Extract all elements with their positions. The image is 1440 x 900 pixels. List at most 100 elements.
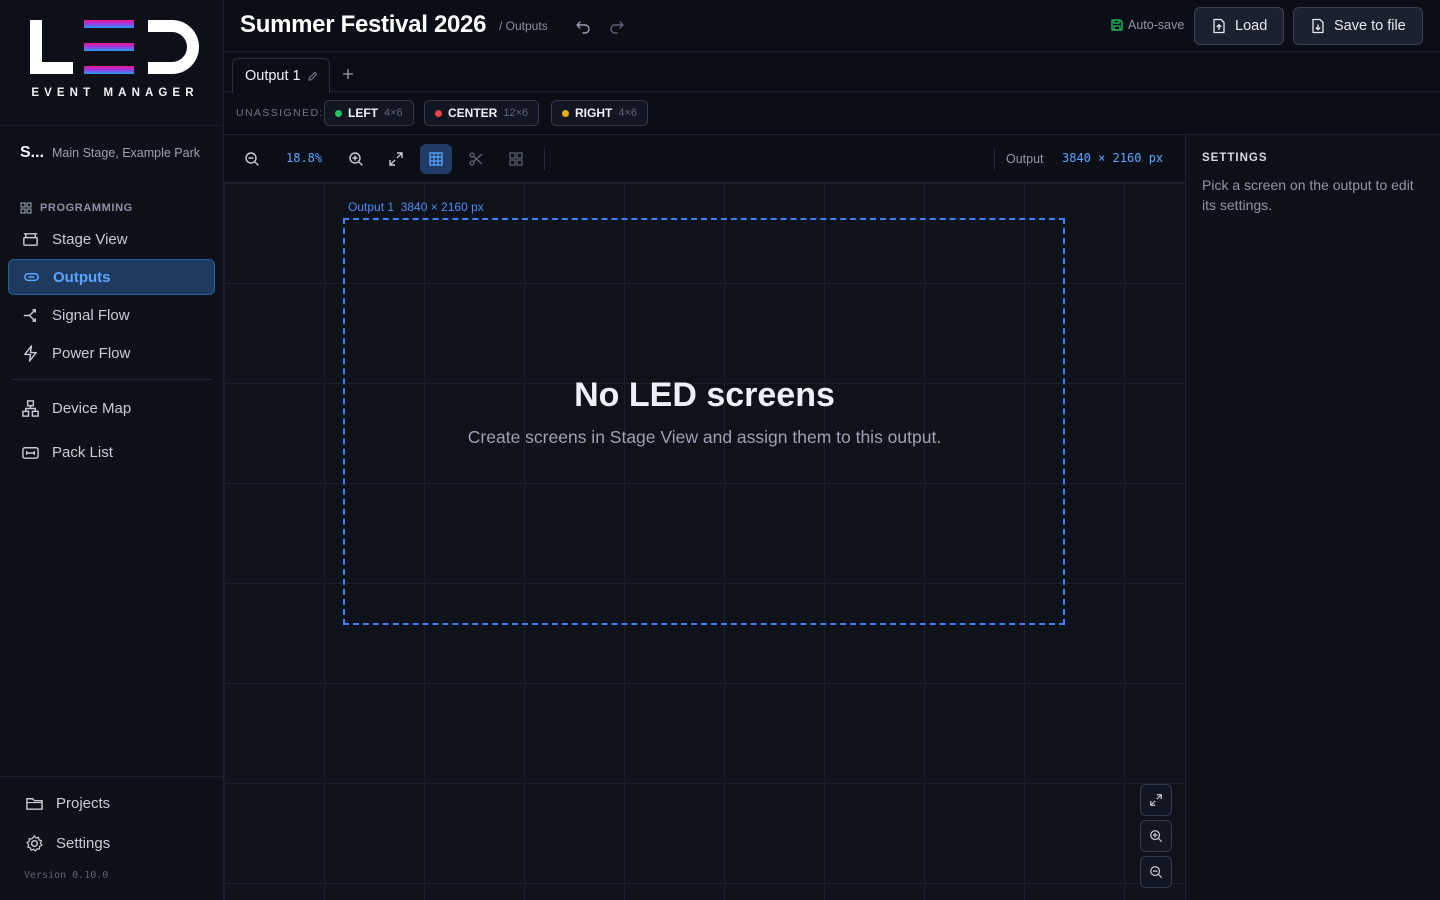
- zoom-out-button[interactable]: [236, 144, 268, 174]
- fit-view-button[interactable]: [380, 144, 412, 174]
- project-name: S...: [20, 144, 45, 161]
- nav-label: Settings: [56, 834, 111, 852]
- float-zoom-out-button[interactable]: [1140, 856, 1172, 888]
- toolbar-divider: [544, 148, 545, 170]
- nav-divider: [12, 379, 212, 380]
- nav-item-signal-flow[interactable]: Signal Flow: [8, 297, 215, 333]
- logo-tagline: EVENT MANAGER: [31, 87, 199, 99]
- plus-icon: [343, 69, 353, 79]
- nav-label: Power Flow: [52, 344, 131, 362]
- nav-label: Device Map: [52, 399, 132, 417]
- chip-name: LEFT: [348, 106, 378, 120]
- output-tabs: Output 1: [224, 52, 1440, 93]
- output-canvas[interactable]: Output 1 3840 × 2160 px No LED screens C…: [224, 183, 1185, 900]
- chip-name: CENTER: [448, 106, 498, 120]
- chip-dims: 4×6: [384, 107, 403, 119]
- zoom-out-icon: [245, 152, 259, 166]
- project-info[interactable]: S... Main Stage, Example Park: [20, 144, 200, 162]
- tab-output-1[interactable]: Output 1: [232, 58, 330, 93]
- load-label: Load: [1235, 18, 1268, 34]
- nav-label: Stage View: [52, 230, 128, 248]
- grid-icon: [429, 152, 443, 166]
- settings-hint: Pick a screen on the output to edit its …: [1202, 177, 1414, 213]
- version-label: Version 0.10.0: [24, 870, 109, 881]
- settings-title: SETTINGS: [1202, 152, 1268, 164]
- scissors-icon: [469, 152, 483, 166]
- autosave-label: Auto-save: [1128, 18, 1185, 32]
- empty-state-title: No LED screens: [574, 376, 835, 414]
- layout-icon: [509, 152, 523, 166]
- expand-icon: [1150, 794, 1162, 806]
- package-icon: [22, 446, 39, 459]
- screen-chip-right[interactable]: RIGHT 4×6: [551, 100, 649, 126]
- toolbar-divider: [994, 148, 995, 170]
- chip-dims: 12×6: [503, 107, 529, 119]
- unassigned-label: UNASSIGNED:: [236, 107, 324, 119]
- settings-panel: SETTINGS Pick a screen on the output to …: [1185, 135, 1440, 900]
- breadcrumb[interactable]: / Outputs: [499, 19, 548, 33]
- grid-icon: [20, 202, 32, 214]
- app-logo[interactable]: EVENT MANAGER: [0, 0, 224, 126]
- float-zoom-in-button[interactable]: [1140, 820, 1172, 852]
- pencil-icon[interactable]: [307, 71, 318, 82]
- frame-name: Output 1: [348, 200, 395, 214]
- zoom-level[interactable]: 18.8%: [286, 151, 322, 165]
- gear-icon: [26, 834, 43, 852]
- nav-label: Signal Flow: [52, 306, 130, 324]
- nav-item-projects[interactable]: Projects: [12, 785, 219, 821]
- network-icon: [22, 399, 39, 417]
- nav-item-stage-view[interactable]: Stage View: [8, 221, 215, 257]
- zoom-out-icon: [1150, 866, 1163, 879]
- nav-item-power-flow[interactable]: Power Flow: [8, 335, 215, 371]
- undo-icon[interactable]: [573, 16, 593, 36]
- nav-item-device-map[interactable]: Device Map: [8, 390, 215, 426]
- nav-item-outputs[interactable]: Outputs: [8, 259, 215, 295]
- nav-item-pack-list[interactable]: Pack List: [8, 434, 215, 470]
- chip-name: RIGHT: [575, 106, 613, 120]
- cut-tool-button[interactable]: [460, 144, 492, 174]
- redo-icon[interactable]: [607, 16, 627, 36]
- section-programming: PROGRAMMING: [20, 202, 133, 214]
- output-frame[interactable]: [343, 218, 1065, 625]
- empty-state-subtitle: Create screens in Stage View and assign …: [467, 427, 942, 447]
- screen-chip-center[interactable]: CENTER 12×6: [424, 100, 540, 126]
- chip-dims: 4×6: [618, 107, 638, 119]
- page-title: Summer Festival 2026: [240, 11, 487, 38]
- lightning-icon: [24, 344, 37, 362]
- save-label: Save to file: [1334, 18, 1406, 34]
- output-frame-label: Output 1 3840 × 2160 px: [348, 200, 484, 214]
- output-icon: [24, 272, 39, 281]
- nav-label: Pack List: [52, 443, 113, 461]
- nav-item-settings[interactable]: Settings: [12, 825, 219, 861]
- load-button[interactable]: Load: [1194, 7, 1285, 45]
- nav-label: Outputs: [53, 268, 111, 286]
- grid-toggle-button[interactable]: [420, 144, 452, 174]
- status-dot: [335, 109, 342, 117]
- status-dot: [562, 109, 569, 117]
- folder-icon: [26, 797, 43, 810]
- layout-tool-button[interactable]: [500, 144, 532, 174]
- unassigned-bar: UNASSIGNED: LEFT 4×6 CENTER 12×6 RIGHT 4…: [224, 92, 1440, 135]
- save-icon: [1111, 19, 1123, 31]
- frame-dims: 3840 × 2160 px: [400, 200, 484, 214]
- top-header: Summer Festival 2026 / Outputs Auto-save…: [224, 0, 1440, 52]
- canvas-toolbar: 18.8% Output 3840 × 2160 px: [224, 135, 1185, 183]
- section-label: PROGRAMMING: [40, 202, 133, 214]
- nav-label: Projects: [56, 794, 111, 812]
- autosave-indicator[interactable]: Auto-save: [1110, 18, 1184, 32]
- expand-icon: [389, 152, 403, 166]
- save-to-file-button[interactable]: Save to file: [1293, 7, 1423, 45]
- sidebar: EVENT MANAGER S... Main Stage, Example P…: [0, 0, 224, 900]
- fit-screen-button[interactable]: [1140, 784, 1172, 816]
- screen-chip-left[interactable]: LEFT 4×6: [324, 100, 414, 126]
- led-logo-mark: [30, 20, 199, 74]
- output-resolution[interactable]: 3840 × 2160 px: [1062, 151, 1163, 165]
- zoom-in-button[interactable]: [340, 144, 372, 174]
- zoom-in-icon: [1150, 830, 1163, 843]
- output-label: Output: [1006, 152, 1044, 166]
- zoom-in-icon: [349, 152, 363, 166]
- tab-label: Output 1: [245, 68, 301, 84]
- add-tab-button[interactable]: [342, 64, 354, 85]
- file-download-icon: [1312, 18, 1324, 34]
- status-dot: [435, 109, 442, 117]
